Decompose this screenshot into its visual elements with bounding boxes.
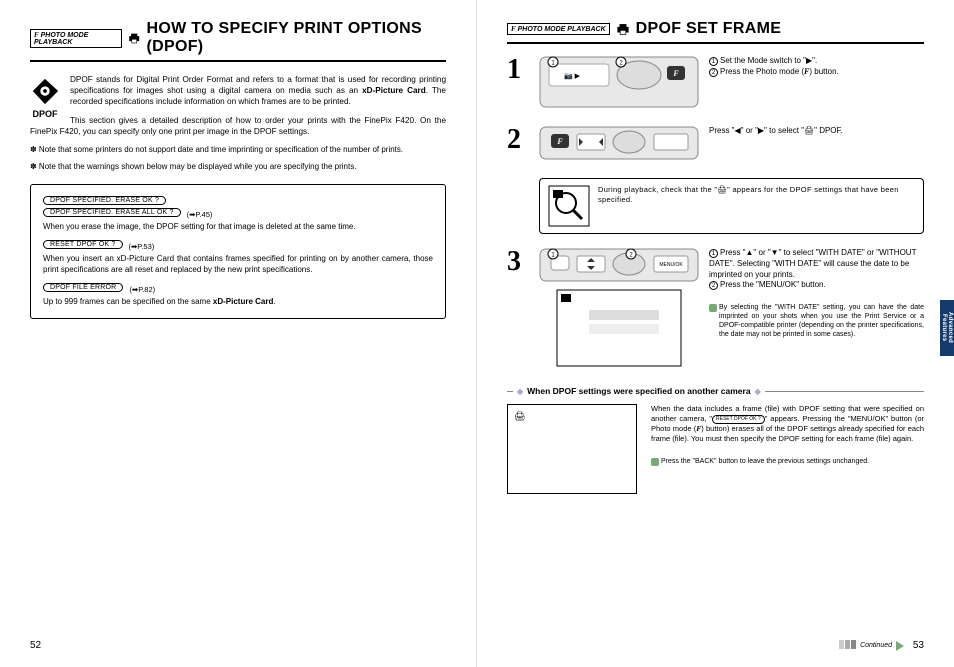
- ref-p82: (➡P.82): [129, 285, 155, 294]
- step-3-tip: !By selecting the "WITH DATE" setting, y…: [709, 303, 924, 339]
- continued-bars-icon: [838, 640, 856, 651]
- svg-text:📷 ▶: 📷 ▶: [564, 72, 581, 80]
- step-3-text: 1Press "▲" or "▼" to select "WITH DATE" …: [709, 248, 924, 368]
- step-number-3: 3: [507, 248, 529, 368]
- intro-paragraph-2: This section gives a detailed descriptio…: [30, 115, 446, 137]
- ref-p53: (➡P.53): [129, 242, 155, 251]
- box-text-3: Up to 999 frames can be specified on the…: [43, 297, 433, 307]
- page-number-right: 53: [913, 640, 924, 651]
- page-title-right: DPOF SET FRAME: [636, 20, 782, 38]
- page-header-right: F PHOTO MODE PLAYBACK DPOF SET FRAME: [507, 20, 924, 44]
- step-3: 3 MENU/OK 1 2 1Press "▲" or "▼" to selec…: [507, 248, 924, 368]
- arrow-right-icon: [896, 641, 904, 651]
- diamond-icon: ◆: [755, 387, 761, 396]
- photo-mode-badge: F PHOTO MODE PLAYBACK: [30, 29, 122, 48]
- side-tab-advanced-features: Advanced Features: [940, 300, 954, 356]
- subsection-heading: ◆ When DPOF settings were specified on a…: [507, 386, 924, 396]
- pill-file-error: DPOF FILE ERROR: [43, 283, 123, 292]
- svg-text:MENU/OK: MENU/OK: [659, 262, 683, 268]
- step-2: 2 F Press "◀" or "▶" to select "🖨" DPOF.: [507, 126, 924, 160]
- device-illustration-3: MENU/OK 1 2: [539, 248, 699, 368]
- note-2: ✽ Note that the warnings shown below may…: [30, 162, 446, 172]
- step-2-text: Press "◀" or "▶" to select "🖨" DPOF.: [709, 126, 924, 160]
- svg-text:F: F: [556, 137, 563, 146]
- subsection-text: When the data includes a frame (file) wi…: [651, 404, 924, 466]
- svg-text:F: F: [672, 69, 679, 78]
- pill-erase-all-ok: DPOF SPECIFIED. ERASE ALL OK ?: [43, 208, 181, 217]
- tip-icon: !: [651, 458, 659, 466]
- dpof-logo: DPOF: [30, 76, 60, 119]
- intro-block: DPOF DPOF stands for Digital Print Order…: [30, 74, 446, 137]
- callout-playback: During playback, check that the "🖨" appe…: [539, 178, 924, 234]
- box-text-2: When you insert an xD-Picture Card that …: [43, 254, 433, 275]
- subsection-row: 🖨 When the data includes a frame (file) …: [507, 404, 924, 494]
- photo-mode-badge: F PHOTO MODE PLAYBACK: [507, 23, 610, 35]
- intro-paragraph-1: DPOF stands for Digital Print Order Form…: [30, 74, 446, 107]
- page-title: HOW TO SPECIFY PRINT OPTIONS (DPOF): [147, 20, 446, 56]
- device-illustration-2: F: [539, 126, 699, 160]
- continued-indicator: Continued: [838, 640, 904, 651]
- pill-erase-ok: DPOF SPECIFIED. ERASE OK ?: [43, 196, 166, 205]
- device-illustration-1: F 1 2 📷 ▶: [539, 56, 699, 108]
- printer-icon: [616, 22, 630, 36]
- printer-small-icon: 🖨: [514, 411, 525, 422]
- step-number-1: 1: [507, 56, 529, 108]
- tip-icon: !: [709, 304, 717, 312]
- step-number-2: 2: [507, 126, 529, 160]
- note-1: ✽ Note that some printers do not support…: [30, 145, 446, 155]
- page-number-left: 52: [30, 640, 41, 651]
- box-text-1: When you erase the image, the DPOF setti…: [43, 222, 433, 232]
- step-1: 1 F 1 2 📷 ▶ 1Set the Mode switch to "▶".…: [507, 56, 924, 108]
- page-right: F PHOTO MODE PLAYBACK DPOF SET FRAME 1 F…: [477, 0, 954, 667]
- page-left: F PHOTO MODE PLAYBACK HOW TO SPECIFY PRI…: [0, 0, 477, 667]
- ref-p45: (➡P.45): [187, 210, 213, 219]
- page-header-left: F PHOTO MODE PLAYBACK HOW TO SPECIFY PRI…: [30, 20, 446, 62]
- screen-illustration: 🖨: [507, 404, 637, 494]
- subsection-tip: !Press the "BACK" button to leave the pr…: [651, 457, 924, 466]
- step-1-text: 1Set the Mode switch to "▶". 2Press the …: [709, 56, 924, 108]
- warning-box: DPOF SPECIFIED. ERASE OK ? DPOF SPECIFIE…: [30, 184, 446, 319]
- magnifier-icon: [548, 185, 590, 227]
- printer-icon: [128, 31, 140, 45]
- pill-reset-dpof: RESET DPOF OK ?: [43, 240, 123, 249]
- diamond-icon: ◆: [517, 387, 523, 396]
